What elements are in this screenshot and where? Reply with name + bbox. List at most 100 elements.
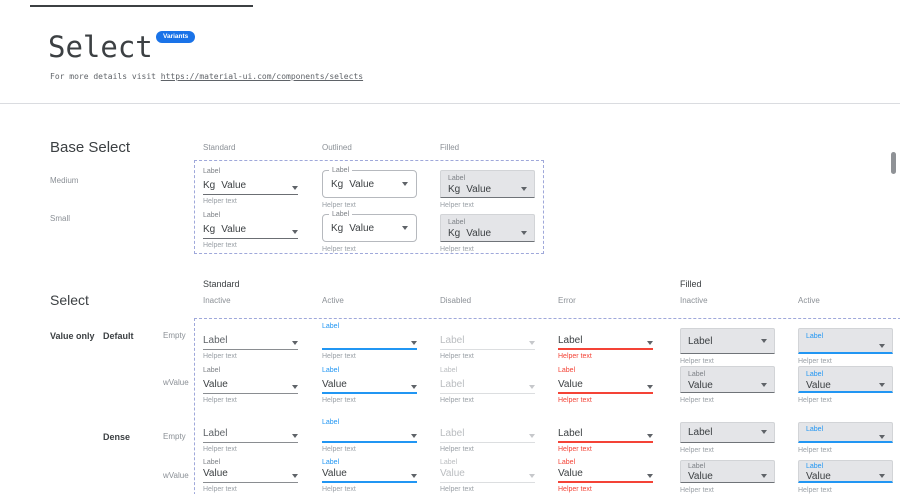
select-value-row[interactable]: Label bbox=[558, 428, 653, 443]
field-label: Label bbox=[440, 366, 535, 376]
base-outlined-medium-select[interactable]: Label KgValue Helper text bbox=[322, 170, 417, 209]
select-value-row[interactable]: Label Value bbox=[680, 460, 775, 483]
std-dense-error-wvalue-select[interactable]: Label Value Helper text bbox=[558, 458, 653, 493]
variants-badge[interactable]: Variants bbox=[156, 31, 195, 43]
helper-text: Helper text bbox=[440, 397, 535, 404]
select-value: Value bbox=[440, 468, 465, 479]
base-standard-medium-select[interactable]: Label KgValue Helper text bbox=[203, 167, 298, 205]
dropdown-caret-icon bbox=[647, 385, 653, 389]
filled-dense-active-wvalue-select[interactable]: Label Value Helper text bbox=[798, 460, 893, 494]
select-value: Value bbox=[322, 379, 347, 390]
helper-text: Helper text bbox=[203, 486, 298, 493]
filled-active-wvalue-select[interactable]: Label Value Helper text bbox=[798, 366, 893, 404]
helper-text: Helper text bbox=[558, 446, 653, 453]
row-label-small: Small bbox=[50, 214, 70, 223]
filled-active-empty-select[interactable]: Label Helper text bbox=[798, 328, 893, 365]
group-header-standard: Standard bbox=[203, 279, 240, 289]
field-label: Label bbox=[448, 174, 527, 184]
std-dense-active-empty-select[interactable]: Label Helper text bbox=[322, 418, 417, 453]
select-value: Value bbox=[203, 468, 228, 479]
select-value-row[interactable]: Label bbox=[558, 332, 653, 350]
base-filled-small-select[interactable]: Label KgValue Helper text bbox=[440, 214, 535, 253]
dropdown-caret-icon bbox=[879, 474, 885, 478]
placeholder-label: Label bbox=[203, 335, 227, 346]
base-standard-small-select[interactable]: Label KgValue Helper text bbox=[203, 211, 298, 249]
std-dense-active-wvalue-select[interactable]: Label Value Helper text bbox=[322, 458, 417, 493]
select-value-row[interactable]: KgValue bbox=[203, 221, 298, 239]
dropdown-caret-icon bbox=[411, 385, 417, 389]
filled-dense-inactive-empty-select[interactable]: Label Helper text bbox=[680, 422, 775, 454]
helper-text: Helper text bbox=[322, 397, 417, 404]
dropdown-caret-icon bbox=[292, 341, 298, 345]
select-value-row[interactable]: Label bbox=[680, 328, 775, 354]
dropdown-caret-icon bbox=[411, 474, 417, 478]
std-inactive-empty-select[interactable]: Label Helper text bbox=[203, 322, 298, 360]
select-value-row[interactable] bbox=[322, 428, 417, 443]
std-active-empty-select[interactable]: Label Helper text bbox=[322, 322, 417, 360]
select-value-row[interactable]: Value bbox=[322, 376, 417, 394]
placeholder-label: Label bbox=[203, 428, 227, 439]
select-value-row[interactable]: Value bbox=[203, 376, 298, 394]
select-value-row[interactable]: Label KgValue bbox=[440, 214, 535, 242]
base-filled-medium-select[interactable]: Label KgValue Helper text bbox=[440, 170, 535, 209]
std-active-wvalue-select[interactable]: Label Value Helper text bbox=[322, 366, 417, 404]
select-value-row[interactable]: KgValue bbox=[203, 177, 298, 195]
std-error-empty-select[interactable]: Label Helper text bbox=[558, 322, 653, 360]
filled-dense-inactive-wvalue-select[interactable]: Label Value Helper text bbox=[680, 460, 775, 494]
row-label-dense-empty: Empty bbox=[163, 432, 186, 441]
helper-text: Helper text bbox=[440, 486, 535, 493]
base-outlined-small-select[interactable]: Label KgValue Helper text bbox=[322, 214, 417, 253]
dropdown-caret-icon bbox=[761, 474, 767, 478]
select-value-row[interactable]: Label bbox=[203, 428, 298, 443]
select-value-row[interactable]: Value bbox=[558, 468, 653, 483]
select-value-row[interactable]: Label bbox=[680, 422, 775, 443]
select-value-row[interactable] bbox=[322, 332, 417, 350]
dropdown-caret-icon bbox=[879, 383, 885, 387]
select-value: Label bbox=[440, 379, 464, 390]
std-error-wvalue-select[interactable]: Label Value Helper text bbox=[558, 366, 653, 404]
placeholder-label: Label bbox=[558, 428, 582, 439]
helper-text: Helper text bbox=[798, 487, 893, 494]
select-value-row[interactable]: Label bbox=[798, 328, 893, 354]
dropdown-caret-icon bbox=[529, 434, 535, 438]
select-value-row[interactable]: Value bbox=[203, 468, 298, 483]
select-value-row[interactable]: Label Value bbox=[798, 366, 893, 393]
select-value: Value bbox=[806, 471, 831, 482]
dropdown-caret-icon bbox=[761, 430, 767, 434]
field-label: Label bbox=[806, 370, 885, 380]
filled-dense-active-empty-select[interactable]: Label Helper text bbox=[798, 422, 893, 454]
select-value-row[interactable]: Label Value bbox=[798, 460, 893, 483]
adornment: Kg bbox=[448, 228, 460, 239]
std-dense-inactive-wvalue-select[interactable]: Label Value Helper text bbox=[203, 458, 298, 493]
select-heading: Select bbox=[50, 292, 89, 308]
select-value-row[interactable]: Value bbox=[558, 376, 653, 394]
column-header-outlined: Outlined bbox=[322, 143, 352, 152]
helper-text: Helper text bbox=[798, 397, 893, 404]
helper-text: Helper text bbox=[203, 446, 298, 453]
helper-text: Helper text bbox=[203, 242, 298, 249]
scrollbar-thumb[interactable] bbox=[891, 152, 896, 174]
select-value-row[interactable]: Label bbox=[798, 422, 893, 443]
std-inactive-wvalue-select[interactable]: Label Value Helper text bbox=[203, 366, 298, 404]
select-value-row[interactable]: Label KgValue bbox=[322, 170, 417, 198]
select-value-row[interactable]: Label Value bbox=[680, 366, 775, 393]
group-header-filled: Filled bbox=[680, 279, 702, 289]
dropdown-caret-icon bbox=[292, 186, 298, 190]
select-value: Value bbox=[806, 380, 831, 391]
std-dense-inactive-empty-select[interactable]: Label Helper text bbox=[203, 418, 298, 453]
helper-text: Helper text bbox=[440, 202, 535, 209]
std-dense-error-empty-select[interactable]: Label Helper text bbox=[558, 418, 653, 453]
field-label: Label bbox=[688, 463, 767, 471]
select-value-row[interactable]: Label KgValue bbox=[322, 214, 417, 242]
placeholder-label: Label bbox=[688, 336, 712, 347]
page-title: Select bbox=[48, 30, 153, 64]
helper-text: Helper text bbox=[203, 353, 298, 360]
select-value-row[interactable]: Label KgValue bbox=[440, 170, 535, 198]
select-value-row[interactable]: Value bbox=[322, 468, 417, 483]
field-label: Label bbox=[806, 463, 885, 471]
filled-inactive-wvalue-select[interactable]: Label Value Helper text bbox=[680, 366, 775, 404]
select-value-row[interactable]: Label bbox=[203, 332, 298, 350]
helper-text: Helper text bbox=[322, 202, 417, 209]
docs-link[interactable]: https://material-ui.com/components/selec… bbox=[161, 72, 363, 81]
filled-inactive-empty-select[interactable]: Label Helper text bbox=[680, 328, 775, 365]
